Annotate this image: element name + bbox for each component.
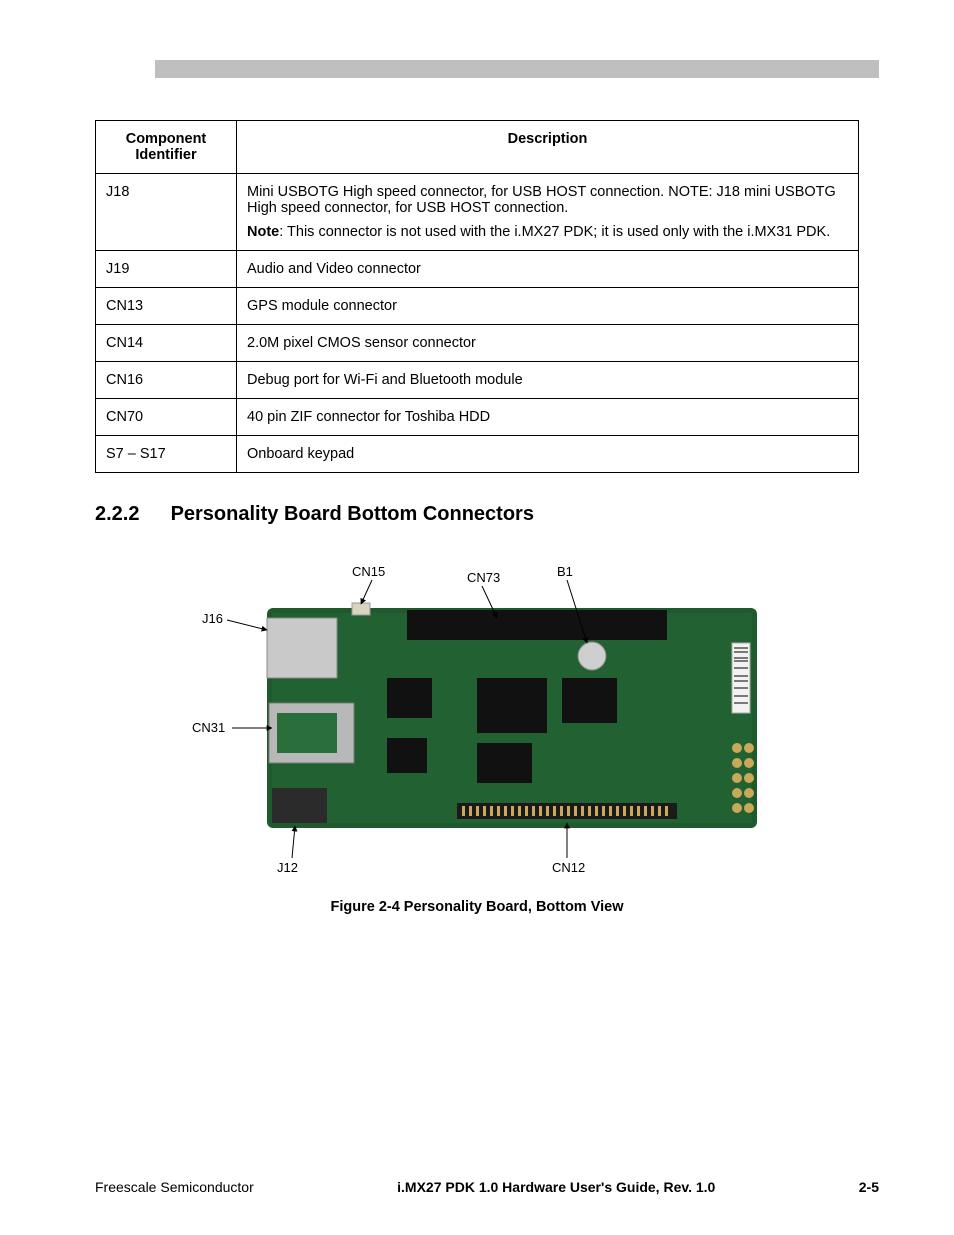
cell-desc: GPS module connector [237, 288, 859, 325]
table-header-row: Component Identifier Description [96, 121, 859, 174]
cell-desc: Mini USBOTG High speed connector, for US… [237, 174, 859, 251]
table-row: J19 Audio and Video connector [96, 251, 859, 288]
header-bar [155, 60, 879, 78]
callout-b1: B1 [557, 564, 573, 579]
table-row: CN70 40 pin ZIF connector for Toshiba HD… [96, 399, 859, 436]
callout-cn73: CN73 [467, 570, 500, 585]
callout-j16: J16 [202, 611, 223, 626]
table-row: CN14 2.0M pixel CMOS sensor connector [96, 325, 859, 362]
cell-id: J18 [96, 174, 237, 251]
figure: CN15 CN73 B1 J16 CN31 J12 CN12 Figure 2-… [95, 548, 859, 915]
table-row: CN16 Debug port for Wi-Fi and Bluetooth … [96, 362, 859, 399]
cell-id: J19 [96, 251, 237, 288]
cell-id: S7 – S17 [96, 436, 237, 473]
note-text: Note: This connector is not used with th… [247, 224, 848, 240]
callout-cn15: CN15 [352, 564, 385, 579]
page-footer: Freescale Semiconductor 2-5 i.MX27 PDK 1… [95, 1179, 879, 1195]
footer-page-number: 2-5 [859, 1179, 879, 1195]
table-row: CN13 GPS module connector [96, 288, 859, 325]
cell-desc: Audio and Video connector [237, 251, 859, 288]
callout-cn31: CN31 [192, 720, 225, 735]
board-image: CN15 CN73 B1 J16 CN31 J12 CN12 [177, 548, 777, 878]
cell-id: CN13 [96, 288, 237, 325]
cell-id: CN16 [96, 362, 237, 399]
section-title: Personality Board Bottom Connectors [171, 503, 534, 525]
cell-desc: 40 pin ZIF connector for Toshiba HDD [237, 399, 859, 436]
cell-desc: 2.0M pixel CMOS sensor connector [237, 325, 859, 362]
cell-id: CN70 [96, 399, 237, 436]
desc-text: Mini USBOTG High speed connector, for US… [247, 184, 848, 216]
component-table: Component Identifier Description J18 Min… [95, 120, 859, 473]
cell-desc: Onboard keypad [237, 436, 859, 473]
section-heading: 2.2.2 Personality Board Bottom Connector… [95, 503, 859, 526]
callout-cn12: CN12 [552, 860, 585, 875]
figure-caption: Figure 2-4 Personality Board, Bottom Vie… [95, 899, 859, 915]
cell-desc: Debug port for Wi-Fi and Bluetooth modul… [237, 362, 859, 399]
col-header-id: Component Identifier [96, 121, 237, 174]
col-header-desc: Description [237, 121, 859, 174]
callout-j12: J12 [277, 860, 298, 875]
cell-id: CN14 [96, 325, 237, 362]
table-row: J18 Mini USBOTG High speed connector, fo… [96, 174, 859, 251]
section-number: 2.2.2 [95, 503, 165, 526]
content-area: Component Identifier Description J18 Min… [95, 120, 859, 915]
footer-left: Freescale Semiconductor [95, 1179, 254, 1195]
page: Component Identifier Description J18 Min… [0, 0, 954, 1235]
table-row: S7 – S17 Onboard keypad [96, 436, 859, 473]
